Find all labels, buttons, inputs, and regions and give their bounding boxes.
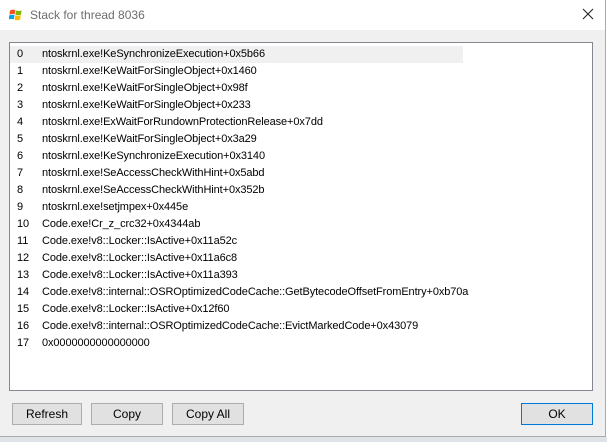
frame-symbol: Code.exe!v8::internal::OSROptimizedCodeC…	[42, 286, 469, 298]
copy-button[interactable]: Copy	[91, 403, 163, 425]
stack-list[interactable]: 0 ntoskrnl.exe!KeSynchronizeExecution+0x5…	[9, 42, 593, 391]
window-title: Stack for thread 8036	[30, 8, 145, 22]
copy-all-button[interactable]: Copy All	[172, 403, 244, 425]
frame-symbol: ntoskrnl.exe!KeWaitForSingleObject+0x233	[42, 99, 251, 111]
frame-symbol: ntoskrnl.exe!KeWaitForSingleObject+0x98f	[42, 82, 248, 94]
frame-symbol: ntoskrnl.exe!KeSynchronizeExecution+0x5b…	[42, 48, 265, 60]
frame-index: 1	[17, 65, 24, 77]
frame-index: 14	[17, 286, 30, 298]
frame-symbol: Code.exe!v8::Locker::IsActive+0x11a52c	[42, 235, 238, 247]
frame-index: 13	[17, 269, 30, 281]
frame-symbol: Code.exe!v8::Locker::IsActive+0x11a6c8	[42, 252, 238, 264]
frame-symbol: Code.exe!v8::internal::OSROptimizedCodeC…	[42, 320, 419, 332]
frame-index: 6	[17, 150, 24, 162]
frame-symbol: ntoskrnl.exe!KeWaitForSingleObject+0x146…	[42, 65, 257, 77]
frame-index: 12	[17, 252, 30, 264]
frame-symbol: ntoskrnl.exe!SeAccessCheckWithHint+0x352…	[42, 184, 265, 196]
frame-index: 0	[17, 48, 24, 60]
frame-index: 17	[17, 337, 30, 349]
frame-index: 9	[17, 201, 24, 213]
title-bar[interactable]: Stack for thread 8036	[0, 0, 605, 30]
frame-symbol: ntoskrnl.exe!ExWaitForRundownProtectionR…	[42, 116, 323, 128]
frame-symbol: ntoskrnl.exe!SeAccessCheckWithHint+0x5ab…	[42, 167, 265, 179]
close-button[interactable]	[577, 4, 599, 26]
frame-index: 2	[17, 82, 24, 94]
frame-index: 7	[17, 167, 24, 179]
close-icon	[582, 8, 594, 23]
windows-flag-icon	[8, 8, 23, 22]
stack-dialog: Stack for thread 8036 0 ntoskrnl.exe!KeSy…	[0, 0, 606, 437]
frame-index: 11	[17, 235, 29, 247]
background-strip	[0, 437, 607, 442]
frame-index: 15	[17, 303, 30, 315]
frame-index: 16	[17, 320, 30, 332]
frame-symbol: Code.exe!v8::Locker::IsActive+0x11a393	[42, 269, 238, 281]
frame-index: 4	[17, 116, 24, 128]
ok-button[interactable]: OK	[521, 403, 593, 425]
frame-index: 3	[17, 99, 24, 111]
frame-symbol: Code.exe!v8::Locker::IsActive+0x12f60	[42, 303, 230, 315]
frame-symbol: ntoskrnl.exe!setjmpex+0x445e	[42, 201, 189, 213]
frame-symbol: ntoskrnl.exe!KeWaitForSingleObject+0x3a2…	[42, 133, 257, 145]
refresh-button[interactable]: Refresh	[12, 403, 82, 425]
frame-index: 8	[17, 184, 24, 196]
frame-symbol: 0x0000000000000000	[42, 337, 150, 349]
frame-index: 5	[17, 133, 24, 145]
frame-index: 10	[17, 218, 30, 230]
stack-frame-row[interactable]: 0 ntoskrnl.exe!KeSynchronizeExecution+0x5…	[10, 46, 463, 63]
frame-symbol: ntoskrnl.exe!KeSynchronizeExecution+0x31…	[42, 150, 265, 162]
frame-symbol: Code.exe!Cr_z_crc32+0x4344ab	[42, 218, 201, 230]
